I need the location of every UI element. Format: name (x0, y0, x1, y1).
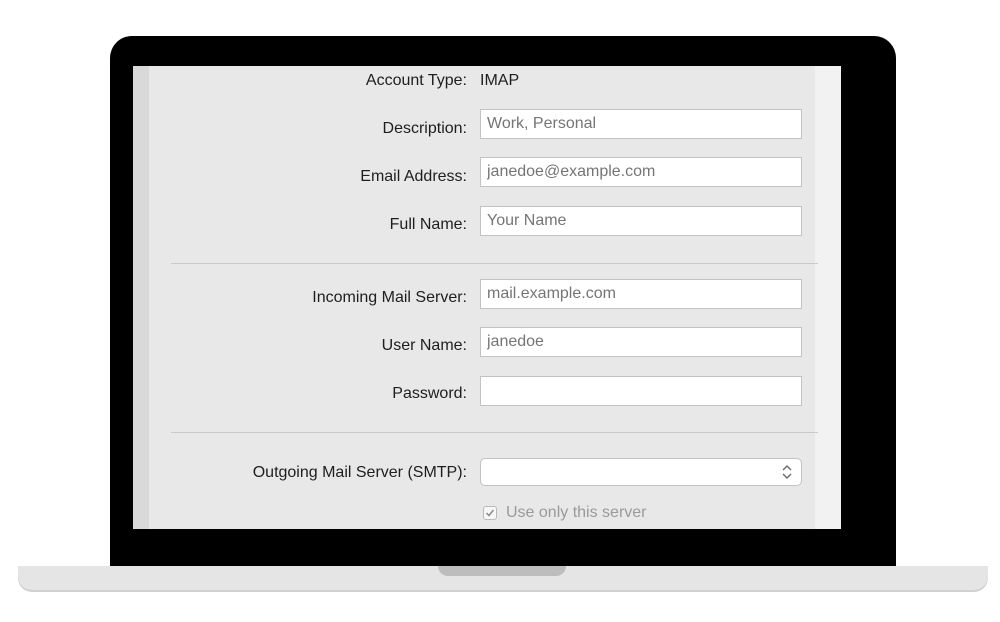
use-only-this-server-label: Use only this server (506, 504, 647, 521)
user-name-label: User Name: (381, 337, 467, 354)
full-name-label: Full Name: (389, 216, 467, 233)
password-field[interactable] (480, 376, 802, 406)
section-divider (171, 432, 818, 433)
chevron-up-down-icon (782, 465, 792, 479)
account-type-label: Account Type: (365, 72, 467, 89)
laptop-notch (438, 566, 566, 576)
description-field[interactable] (480, 109, 802, 139)
use-only-this-server-checkbox[interactable] (483, 506, 497, 520)
account-settings-window: Account Type: IMAP Description: Email Ad… (133, 66, 841, 529)
outgoing-mail-server-select[interactable] (480, 458, 802, 486)
checkmark-icon (485, 509, 495, 517)
outgoing-mail-server-label: Outgoing Mail Server (SMTP): (252, 464, 467, 481)
incoming-mail-server-label: Incoming Mail Server: (312, 289, 467, 306)
left-pane-edge (133, 66, 149, 529)
account-type-value: IMAP (480, 72, 520, 89)
user-name-field[interactable] (480, 327, 802, 357)
incoming-mail-server-field[interactable] (480, 279, 802, 309)
email-address-label: Email Address: (360, 168, 467, 185)
section-divider (171, 263, 818, 264)
right-pane-edge (815, 66, 841, 529)
full-name-field[interactable] (480, 206, 802, 236)
use-only-this-server-option[interactable]: Use only this server (483, 504, 647, 522)
email-address-field[interactable] (480, 157, 802, 187)
description-label: Description: (382, 120, 467, 137)
password-label: Password: (392, 385, 467, 402)
